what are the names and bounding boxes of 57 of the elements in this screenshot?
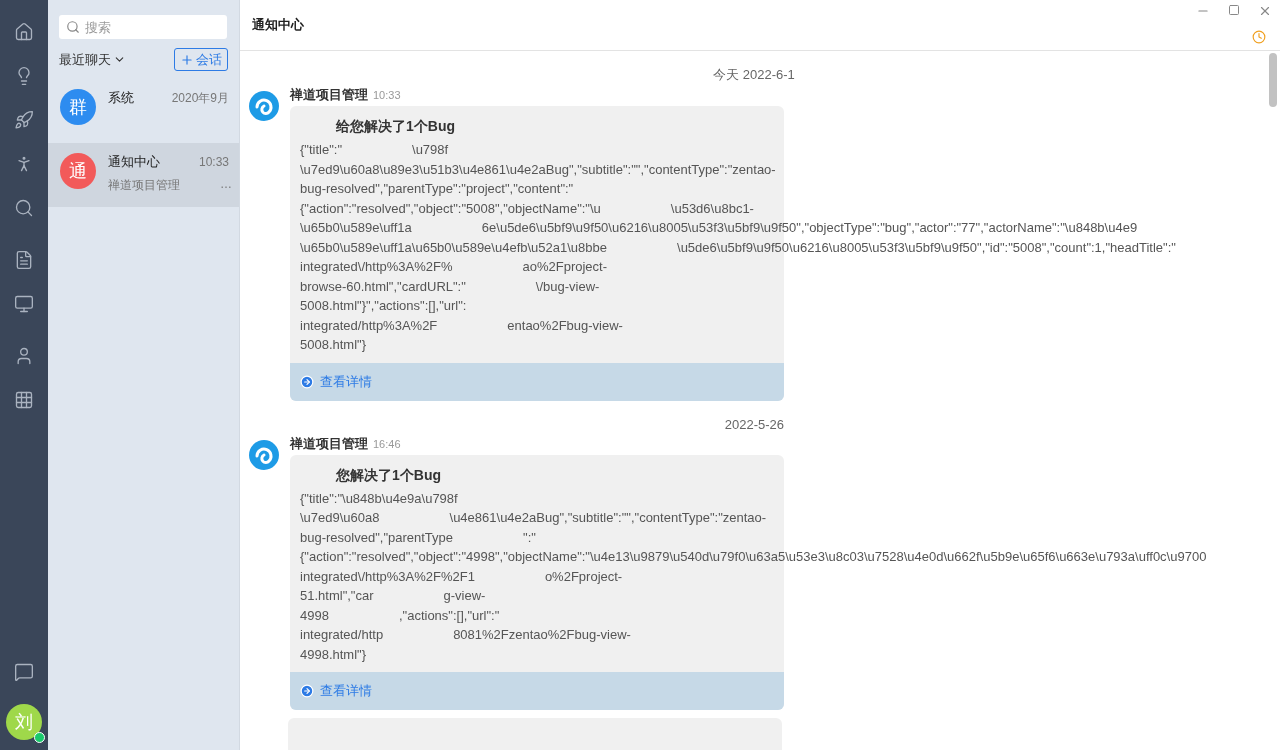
card-title: 给您解决了1个Bug	[336, 118, 455, 134]
chat-avatar: 通	[60, 153, 96, 189]
chat-time: 2020年9月	[171, 89, 229, 107]
message-text: \u7ed9\u60a8	[300, 510, 380, 526]
message-text: \u65b0\u589e\uff1a	[300, 220, 412, 236]
message-text: 6e\u5de6\u5bf9\u9f50\u6216\u8005\u53f3\u5bf9\u9f50","objectType":"bug","actor":"77","actorName":"\u848b\u4e9	[481, 220, 1138, 236]
message-text: o%2Fproject-	[544, 568, 623, 584]
chat-preview: 禅道项目管理	[108, 177, 180, 194]
chat-name: 通知中心	[108, 153, 160, 171]
message-text: \u53d6\u8bc1-	[670, 200, 754, 216]
message-text: {"title":"\u848b\u4e9a\u798f	[300, 490, 458, 506]
message-text: {"action":"resolved","object":"5008","objectName":"\u	[300, 200, 601, 216]
message-text: \/bug-view-	[535, 278, 600, 294]
message-time: 10:33	[373, 89, 401, 101]
chat-avatar: 群	[60, 89, 96, 125]
message-text: 5008.html"}","actions":[],"url":	[300, 298, 467, 314]
chat-list-item[interactable]: 群 系统 2020年9月	[48, 79, 239, 143]
new-chat-button[interactable]: 会话	[174, 48, 228, 71]
view-details-button[interactable]: 查看详情	[290, 672, 784, 710]
message-text: \u5de6\u5bf9\u9f50\u6216\u8005\u53f3\u5bf9\u9f50","id":"5008","count":1,"headTitle":"	[677, 239, 1176, 255]
message-text: bug-resolved","parentType	[300, 529, 454, 545]
recent-chats-dropdown[interactable]: 最近聊天	[59, 50, 126, 69]
chat-list-item[interactable]: 通 通知中心 10:33 禅道项目管理 …	[48, 143, 239, 207]
message-text: 4998.html"}	[300, 646, 367, 662]
date-separator: 今天 2022-6-1	[713, 67, 795, 82]
message-text: integrated/http	[300, 627, 384, 643]
message-text: ":"	[523, 529, 536, 545]
message-text: browse-60.html","cardURL":"	[300, 278, 466, 294]
sender-name: 禅道项目管理	[290, 434, 368, 453]
card-title: 您解决了1个Bug	[336, 466, 441, 483]
sender-name: 禅道项目管理	[290, 86, 368, 104]
message-text: g-view-	[443, 588, 486, 604]
chat-time: 10:33	[198, 155, 229, 169]
message-text: \u798f	[412, 142, 449, 158]
chat-name: 系统	[108, 89, 134, 107]
message-text: ao%2Fproject-	[522, 259, 608, 275]
message-text: \u65b0\u589e\uff1a\u65b0\u589e\u4efb\u52a1\u8bbe	[300, 239, 607, 255]
window-title: 通知中心	[252, 16, 304, 34]
message-text: 4998	[300, 607, 329, 623]
message-text: 51.html","car	[300, 588, 374, 604]
message-text: \u7ed9\u60a8\u89e3\u51b3\u4e861\u4e2aBug","subtitle":"","contentType":"zentao-	[300, 161, 776, 177]
view-details-button[interactable]: 查看详情	[290, 362, 784, 401]
message-text: {"title":"	[300, 142, 343, 158]
message-text: integrated\/http%3A%2F%2F1	[300, 568, 475, 584]
search-field[interactable]: 搜索	[59, 15, 227, 39]
message-text: 5008.html"}	[300, 337, 367, 353]
message-text: integrated\/http%3A%2F%	[300, 259, 453, 275]
message-text: ,"actions":[],"url":"	[398, 607, 500, 623]
message-text: 8081%2Fzentao%2Fbug-view-	[453, 627, 631, 643]
message-text: integrated/http%3A%2F	[300, 317, 438, 333]
message-text: bug-resolved","parentType":"project","content":"	[300, 181, 574, 197]
message-text: {"action":"resolved","object":"4998","objectName":"\u4e13\u9879\u540d\u79f0\u63a5\u53e3\u8c03\u7528\u4e0d\u662f\u5b9e\u65f6\u663e\u793a\uff0c\u9700	[300, 549, 1207, 565]
date-separator: 2022-5-26	[724, 416, 784, 432]
message-time: 16:46	[373, 437, 401, 450]
ellipsis: …	[220, 177, 232, 193]
message-text: entao%2Fbug-view-	[507, 317, 623, 333]
message-text: \u4e861\u4e2aBug","subtitle":"","contentType":"zentao-	[449, 510, 767, 526]
